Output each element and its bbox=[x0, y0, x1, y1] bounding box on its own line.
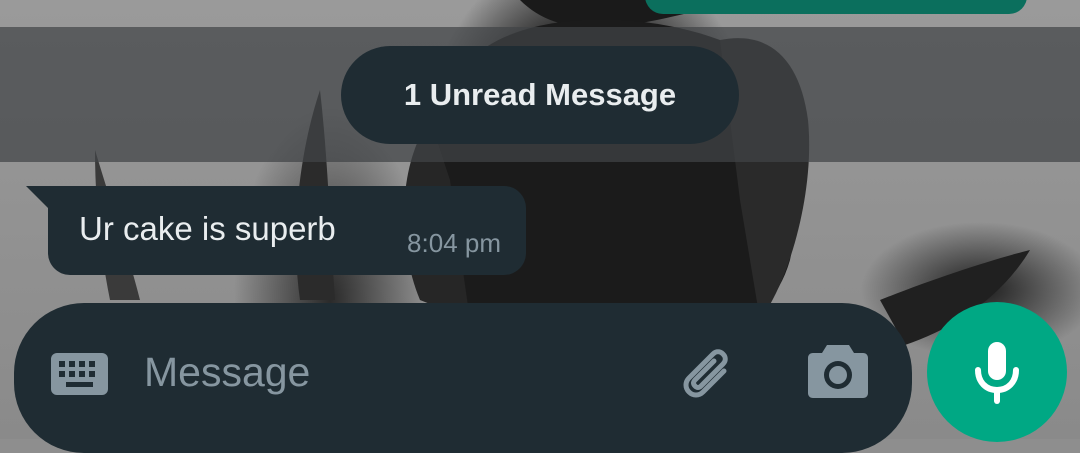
message-text: Ur cake is superb bbox=[79, 210, 336, 247]
camera-icon[interactable] bbox=[807, 341, 869, 399]
voice-record-button[interactable] bbox=[927, 302, 1067, 442]
keyboard-icon[interactable] bbox=[51, 353, 108, 395]
incoming-message-bubble[interactable]: Ur cake is superb 8:04 pm bbox=[48, 186, 526, 275]
unread-messages-badge: 1 Unread Message bbox=[341, 46, 739, 144]
message-composer bbox=[14, 303, 912, 453]
paperclip-icon[interactable] bbox=[674, 341, 740, 407]
mic-icon bbox=[975, 342, 1019, 404]
message-bubble-tail bbox=[26, 186, 50, 210]
message-timestamp: 8:04 pm bbox=[407, 228, 501, 258]
unread-messages-label: 1 Unread Message bbox=[403, 77, 677, 112]
outgoing-message-bubble-partial[interactable] bbox=[645, 0, 1027, 14]
message-input[interactable] bbox=[144, 341, 624, 403]
